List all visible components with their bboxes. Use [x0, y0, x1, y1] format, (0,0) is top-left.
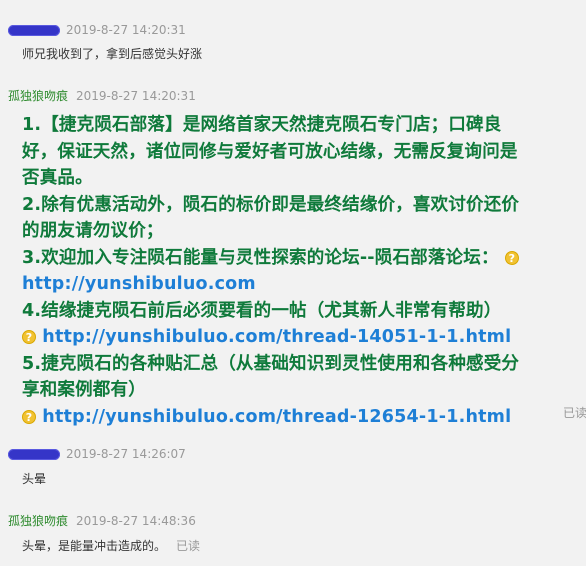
- thread-link-14051[interactable]: http://yunshibuluo.com/thread-14051-1-1.…: [42, 327, 511, 347]
- redacted-sender-name: [8, 449, 60, 460]
- message-text: 师兄我收到了，拿到后感觉头好涨: [22, 47, 203, 61]
- text-line-with-icon: 3.欢迎加入专注陨石能量与灵性探索的论坛--陨石部落论坛： ?: [22, 245, 552, 272]
- message-header: 2019-8-27 14:26:07: [8, 446, 186, 462]
- question-emoji-icon: ?: [22, 409, 36, 424]
- message-rich-text: 1.【捷克陨石部落】是网络首家天然捷克陨石专门店；口碑良 好，保证天然，诸位同修…: [22, 112, 552, 430]
- link-line: ? http://yunshibuluo.com/thread-14051-1-…: [22, 324, 552, 351]
- message-time: 2019-8-27 14:20:31: [76, 89, 196, 103]
- text-line: 1.【捷克陨石部落】是网络首家天然捷克陨石专门店；口碑良: [22, 115, 502, 135]
- read-status: 已读: [563, 406, 586, 420]
- text-line: 5.捷克陨石的各种贴汇总（从基础知识到灵性使用和各种感受分: [22, 353, 520, 374]
- question-emoji-icon: ?: [22, 330, 36, 344]
- message-text: 头晕，是能量冲击造成的。: [22, 539, 167, 553]
- message-time: 2019-8-27 14:48:36: [76, 514, 196, 528]
- text-line: 的朋友请勿议价；: [22, 221, 164, 241]
- message-text-row: 头晕，是能量冲击造成的。 已读: [22, 538, 200, 554]
- sender-name[interactable]: 孤独狼吻痕: [8, 89, 68, 103]
- text-line: 享和案例都有）: [22, 380, 146, 400]
- forum-link[interactable]: http://yunshibuluo.com: [22, 274, 256, 294]
- text-segment: 3.欢迎加入专注陨石能量与灵性探索的论坛--陨石部落论坛：: [22, 247, 499, 268]
- question-emoji-icon: ?: [504, 250, 519, 265]
- read-status: 已读: [176, 539, 201, 553]
- redacted-sender-name: [8, 25, 60, 36]
- link-line: http://yunshibuluo.com: [22, 271, 552, 298]
- link-line: ? http://yunshibuluo.com/thread-12654-1-…: [22, 404, 552, 431]
- thread-link-12654[interactable]: http://yunshibuluo.com/thread-12654-1-1.…: [42, 407, 511, 427]
- message-time: 2019-8-27 14:20:31: [66, 23, 186, 37]
- text-line: 2.除有优惠活动外，陨石的标价即是最终结缘价，喜欢讨价还价: [22, 194, 520, 215]
- sender-name[interactable]: 孤独狼吻痕: [8, 514, 68, 528]
- text-line: 好，保证天然，诸位同修与爱好者可放心结缘，无需反复询问是: [22, 141, 518, 162]
- text-line: 4.结缘捷克陨石前后必须要看的一帖（尤其新人非常有帮助）: [22, 300, 502, 321]
- message-header: 2019-8-27 14:20:31: [8, 22, 186, 38]
- message-time: 2019-8-27 14:26:07: [66, 447, 186, 461]
- message-header: 孤独狼吻痕 2019-8-27 14:48:36: [8, 513, 196, 529]
- message-header: 孤独狼吻痕 2019-8-27 14:20:31: [8, 88, 196, 104]
- message-text: 头晕: [22, 472, 47, 486]
- text-line: 否真品。: [22, 168, 93, 188]
